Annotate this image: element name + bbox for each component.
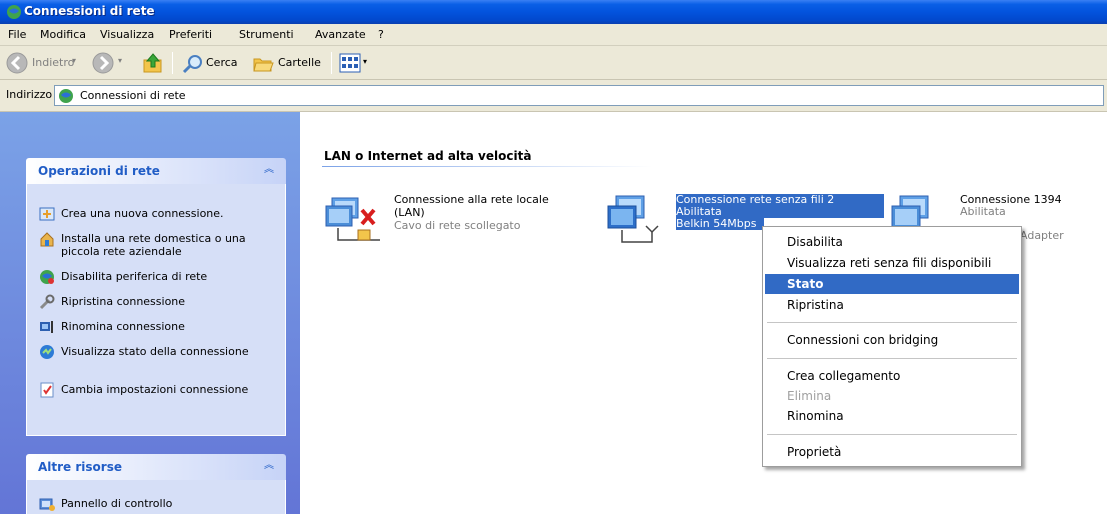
- folder-icon: [253, 58, 274, 72]
- other-places-header[interactable]: Altre risorse ︽: [26, 454, 286, 480]
- task-change-settings[interactable]: Cambia impostazioni connessione: [39, 382, 279, 410]
- menu-separator: [767, 322, 1017, 323]
- status-icon: [40, 345, 54, 359]
- connection-status: Cavo di rete scollegato: [394, 219, 521, 232]
- task-view-status[interactable]: Visualizza stato della connessione: [39, 344, 279, 372]
- menu-item-repair[interactable]: Ripristina: [765, 295, 1019, 315]
- home-network-icon: [40, 232, 54, 247]
- menu-separator: [767, 358, 1017, 359]
- address-field[interactable]: Connessioni di rete: [54, 85, 1104, 106]
- task-repair[interactable]: Ripristina connessione: [39, 294, 279, 310]
- repair-icon: [39, 294, 55, 310]
- forward-dropdown-icon[interactable]: ▾: [118, 56, 122, 65]
- control-panel-icon: [39, 498, 55, 511]
- menu-favorites[interactable]: Preferiti: [169, 28, 212, 41]
- disable-device-icon: [40, 270, 54, 284]
- settings-icon: [40, 382, 54, 398]
- window-title: Connessioni di rete: [24, 4, 155, 18]
- network-tasks-panel: Crea una nuova connessione. Installa una…: [26, 184, 286, 436]
- search-button[interactable]: Cerca: [178, 50, 248, 76]
- folders-button[interactable]: Cartelle: [248, 50, 328, 76]
- search-label: Cerca: [206, 56, 238, 69]
- group-header: LAN o Internet ad alta velocità: [324, 149, 532, 163]
- folders-label: Cartelle: [278, 56, 321, 69]
- back-arrow-icon: [6, 52, 28, 74]
- menu-tools[interactable]: Strumenti: [239, 28, 294, 41]
- menu-bar: File Modifica Visualizza Preferiti Strum…: [0, 24, 1107, 46]
- other-places-panel: Pannello di controllo: [26, 480, 286, 514]
- menu-item-rename[interactable]: Rinomina: [765, 406, 1019, 426]
- menu-item-view-wireless[interactable]: Visualizza reti senza fili disponibili: [765, 253, 1019, 273]
- address-bar: Indirizzo Connessioni di rete: [0, 80, 1107, 112]
- forward-button[interactable]: ▾: [90, 50, 130, 76]
- views-dropdown-icon: ▾: [363, 57, 368, 66]
- menu-advanced[interactable]: Avanzate: [315, 28, 366, 41]
- menu-item-bridge[interactable]: Connessioni con bridging: [765, 330, 1019, 350]
- menu-separator: [767, 434, 1017, 435]
- task-pane: Operazioni di rete ︽ Crea una nuova conn…: [0, 112, 300, 514]
- address-label: Indirizzo: [6, 88, 53, 101]
- network-tasks-header[interactable]: Operazioni di rete ︽: [26, 158, 286, 184]
- back-label: Indietro: [32, 56, 75, 69]
- connection-lan[interactable]: Connessione alla rete locale (LAN) Cavo …: [324, 192, 594, 252]
- back-dropdown-icon[interactable]: ▾: [72, 56, 76, 65]
- address-value: Connessioni di rete: [80, 89, 186, 102]
- title-bar[interactable]: Connessioni di rete: [0, 0, 1107, 24]
- menu-item-delete[interactable]: Elimina: [765, 386, 1019, 406]
- menu-view[interactable]: Visualizza: [100, 28, 154, 41]
- group-divider: [322, 166, 652, 167]
- network-connections-icon: [59, 89, 73, 103]
- search-icon: [182, 55, 202, 74]
- connection-device: Adapter: [1020, 229, 1064, 242]
- connection-name-line1: Connessione alla rete locale: [394, 193, 549, 206]
- up-folder-icon[interactable]: [142, 52, 164, 74]
- lan-disconnected-icon: [325, 197, 380, 241]
- connection-name-line2: (LAN): [394, 206, 425, 219]
- views-button[interactable]: ▾: [337, 50, 371, 76]
- new-connection-icon: [39, 207, 55, 221]
- connection-status: Abilitata: [960, 205, 1006, 218]
- network-tasks-title: Operazioni di rete: [38, 164, 160, 178]
- rename-icon: [40, 321, 53, 333]
- task-home-network[interactable]: Installa una rete domestica o una piccol…: [39, 231, 279, 259]
- task-rename[interactable]: Rinomina connessione: [39, 319, 279, 335]
- toolbar: Indietro ▾ ▾ Cerca Cartelle ▾: [0, 46, 1107, 80]
- menu-file[interactable]: File: [8, 28, 26, 41]
- task-disable-device[interactable]: Disabilita periferica di rete: [39, 269, 279, 285]
- collapse-chevron-icon[interactable]: ︽: [262, 163, 276, 177]
- context-menu: Disabilita Visualizza reti senza fili di…: [762, 226, 1022, 467]
- menu-item-create-shortcut[interactable]: Crea collegamento: [765, 366, 1019, 386]
- collapse-chevron-icon[interactable]: ︽: [262, 459, 276, 473]
- wireless-connection-icon: [607, 195, 659, 243]
- menu-edit[interactable]: Modifica: [40, 28, 86, 41]
- back-button[interactable]: Indietro ▾: [4, 50, 82, 76]
- menu-item-disable[interactable]: Disabilita: [765, 232, 1019, 252]
- menu-item-status[interactable]: Stato: [765, 274, 1019, 294]
- menu-help[interactable]: ?: [378, 28, 384, 41]
- menu-item-properties[interactable]: Proprietà: [765, 442, 1019, 462]
- views-icon: [339, 53, 361, 73]
- network-connections-icon: [7, 5, 21, 19]
- place-control-panel[interactable]: Pannello di controllo: [39, 496, 279, 512]
- connection-device: Belkin 54Mbps: [676, 218, 764, 230]
- other-places-title: Altre risorse: [38, 460, 122, 474]
- forward-arrow-icon: [92, 52, 114, 74]
- task-new-connection[interactable]: Crea una nuova connessione.: [39, 206, 279, 222]
